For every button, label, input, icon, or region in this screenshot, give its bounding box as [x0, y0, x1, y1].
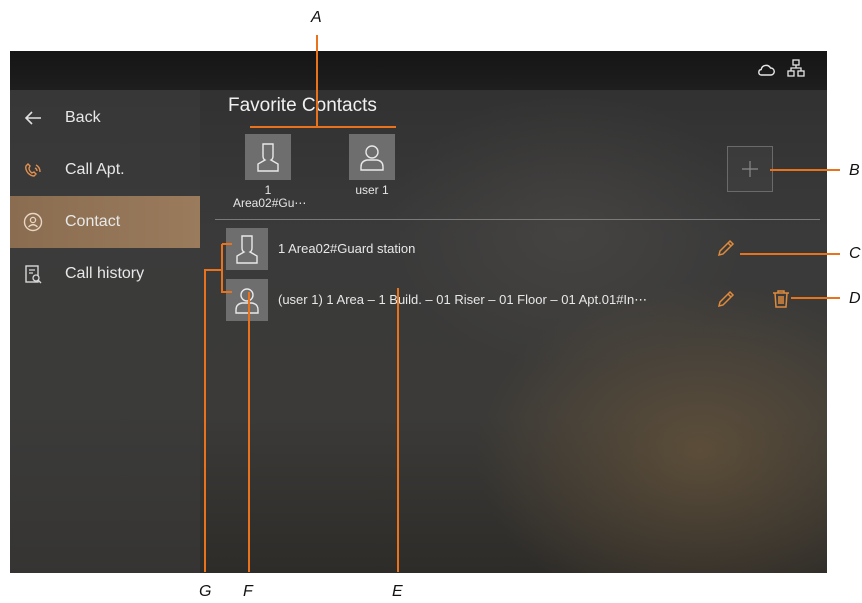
list-item[interactable]: 1 Area02#Guard station	[226, 228, 816, 270]
user-avatar-icon	[349, 134, 395, 180]
network-icon	[787, 59, 805, 77]
divider	[215, 219, 820, 220]
sidebar-item-label: Call Apt.	[65, 161, 125, 178]
sidebar-item-call-apt[interactable]: Call Apt.	[10, 144, 200, 196]
list-item[interactable]: (user 1) 1 Area – 1 Build. – 01 Riser – …	[226, 279, 816, 321]
plus-icon	[742, 161, 758, 177]
sidebar-item-contact[interactable]: Contact	[10, 196, 200, 248]
back-arrow-icon	[23, 108, 43, 128]
sidebar-item-back[interactable]: Back	[10, 92, 200, 144]
callout-c: C	[849, 245, 861, 262]
contact-person-icon	[23, 212, 43, 232]
device-screen: Back Call Apt. Contact Call history Favo…	[10, 51, 827, 573]
sidebar: Back Call Apt. Contact Call history	[10, 90, 200, 573]
edit-icon[interactable]	[716, 238, 736, 258]
callout-a: A	[311, 9, 322, 26]
guard-station-icon	[245, 134, 291, 180]
page-title: Favorite Contacts	[228, 95, 377, 116]
callout-e: E	[392, 583, 403, 600]
callout-b: B	[849, 162, 860, 179]
edit-icon[interactable]	[716, 289, 736, 309]
sidebar-item-label: Call history	[65, 265, 145, 282]
call-history-icon	[23, 264, 43, 284]
cloud-icon	[758, 64, 775, 76]
contact-label: (user 1) 1 Area – 1 Build. – 01 Riser – …	[278, 292, 648, 307]
sidebar-item-call-history[interactable]: Call history	[10, 248, 200, 300]
favorite-label-line1: user 1	[355, 183, 389, 197]
favorite-contact[interactable]: user 1	[337, 134, 407, 197]
contact-label: 1 Area02#Guard station	[278, 241, 416, 256]
phone-handset-icon	[23, 160, 43, 180]
favorite-label-line2: Area02#Gu⋯	[233, 196, 307, 210]
guard-station-icon	[226, 228, 268, 270]
status-bar	[10, 51, 827, 90]
add-favorite-button[interactable]	[727, 146, 773, 192]
sidebar-item-label: Contact	[65, 213, 121, 230]
delete-icon[interactable]	[771, 289, 791, 309]
user-avatar-icon	[226, 279, 268, 321]
callout-d: D	[849, 290, 861, 307]
callout-f: F	[243, 583, 253, 600]
sidebar-item-label: Back	[65, 109, 101, 126]
favorite-contact[interactable]: 1 Area02#Gu⋯	[233, 134, 307, 210]
callout-g: G	[199, 583, 212, 600]
